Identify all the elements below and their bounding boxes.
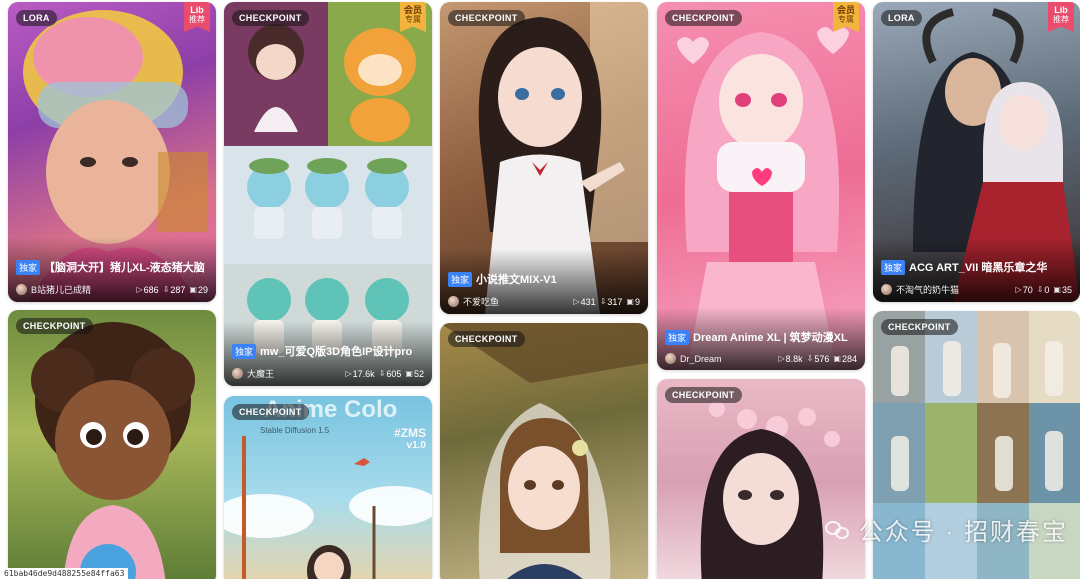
cover-badge-text: #ZMS	[393, 426, 426, 440]
run-count: 8.8k	[785, 353, 803, 364]
wechat-icon	[824, 519, 851, 541]
ribbon-line-1: 会员	[836, 5, 855, 15]
download-icon: ⇩	[162, 285, 170, 294]
image-count: 52	[413, 368, 424, 379]
exclusive-badge: 独家	[16, 259, 41, 275]
model-type-tag: LORA	[16, 10, 57, 26]
exclusive-badge: 独家	[665, 329, 690, 345]
thumbnail-illustration	[700, 401, 840, 579]
model-type-tag: CHECKPOINT	[665, 387, 742, 403]
author-name[interactable]: 不淘气的奶牛猫	[896, 283, 1012, 296]
author-name[interactable]: Dr_Dream	[680, 354, 775, 364]
image-icon: ▣	[405, 369, 413, 378]
author-avatar[interactable]	[665, 353, 676, 364]
card-title[interactable]: mw_可爱Q版3D角色IP设计pro	[260, 343, 412, 359]
card-footer: 独家 Dream Anime XL | 筑梦动漫XL Dr_Dream ▷ 8.8…	[657, 307, 865, 370]
download-icon: ⇩	[378, 369, 386, 378]
author-avatar[interactable]	[881, 284, 892, 295]
image-count: 35	[1061, 284, 1072, 295]
model-card[interactable]: CHECKPOINT	[8, 310, 216, 579]
ribbon-line-2: 推荐	[189, 15, 205, 24]
card-footer: 独家 小说推文MIX-V1 不爱吃鱼 ▷ 431 ⇩ 317 ▣ 9	[440, 249, 648, 314]
model-card[interactable]: LORA Lib 推荐 独家 【脑洞大开】猪儿XL-液态猪大脑 B站猪儿已成精 …	[8, 2, 216, 302]
ribbon-line-1: Lib	[190, 5, 204, 15]
play-icon: ▷	[573, 297, 580, 306]
cover-subtitle-overlay: Stable Diffusion 1.5	[260, 426, 330, 435]
author-name[interactable]: 不爱吃鱼	[463, 295, 570, 308]
download-icon: ⇩	[806, 354, 814, 363]
model-type-tag: CHECKPOINT	[16, 318, 93, 334]
author-avatar[interactable]	[16, 284, 27, 295]
exclusive-badge: 独家	[881, 259, 906, 275]
model-card[interactable]: CHECKPOINT Anime Colo Stable Diffusion 1…	[224, 396, 432, 579]
model-card[interactable]: LORA Lib 推荐 独家 ACG ART_VII 暗黑乐章之华 不淘气的奶牛…	[873, 2, 1080, 302]
play-icon: ▷	[1015, 285, 1022, 294]
exclusive-badge: 独家	[232, 343, 257, 359]
image-icon: ▣	[626, 297, 634, 306]
cover-badge: #ZMS v1.0	[394, 426, 426, 451]
run-count: 431	[580, 296, 596, 307]
image-icon: ▣	[833, 354, 841, 363]
author-name[interactable]: B站猪儿已成精	[31, 283, 133, 296]
model-type-tag: CHECKPOINT	[448, 10, 525, 26]
card-title[interactable]: 小说推文MIX-V1	[476, 271, 557, 287]
card-footer: 独家 ACG ART_VII 暗黑乐章之华 不淘气的奶牛猫 ▷ 70 ⇩ 0 ▣ 35	[873, 237, 1080, 302]
play-icon: ▷	[136, 285, 143, 294]
ribbon-line-2: 专属	[838, 15, 854, 24]
model-card[interactable]: CHECKPOINT 会员 专属 独家 mw_可爱Q版3D角色IP设计pro 大…	[224, 2, 432, 386]
card-title[interactable]: ACG ART_VII 暗黑乐章之华	[909, 259, 1047, 275]
cover-badge-version: v1.0	[406, 440, 426, 451]
image-hash-label: 61bab46de9d488255e84ffa63	[0, 568, 129, 579]
model-type-tag: CHECKPOINT	[232, 10, 309, 26]
model-card[interactable]: CHECKPOINT	[657, 379, 865, 579]
ribbon-line-2: 专属	[405, 15, 421, 24]
model-type-tag: CHECKPOINT	[665, 10, 742, 26]
download-count: 605	[386, 368, 402, 379]
run-count: 17.6k	[352, 368, 375, 379]
card-thumbnail	[657, 379, 865, 579]
card-thumbnail	[440, 323, 648, 579]
image-icon: ▣	[1053, 285, 1061, 294]
ribbon-line-1: Lib	[1054, 5, 1068, 15]
model-card[interactable]: CHECKPOINT 独家 小说推文MIX-V1 不爱吃鱼 ▷ 431 ⇩ 317 …	[440, 2, 648, 314]
image-count: 29	[197, 284, 208, 295]
model-type-tag: CHECKPOINT	[881, 319, 958, 335]
download-icon: ⇩	[599, 297, 607, 306]
model-type-tag: CHECKPOINT	[232, 404, 309, 420]
author-name[interactable]: 大魔王	[247, 367, 342, 380]
download-count: 0	[1044, 284, 1050, 295]
author-avatar[interactable]	[448, 296, 459, 307]
card-footer: 独家 mw_可爱Q版3D角色IP设计pro 大魔王 ▷ 17.6k ⇩ 605 ▣ 5…	[224, 321, 432, 386]
model-card[interactable]: CHECKPOINT	[440, 323, 648, 579]
image-icon: ▣	[189, 285, 197, 294]
ribbon-line-2: 推荐	[1053, 15, 1069, 24]
card-thumbnail	[8, 310, 216, 579]
play-icon: ▷	[345, 369, 352, 378]
exclusive-badge: 独家	[448, 271, 473, 287]
card-footer: 独家 【脑洞大开】猪儿XL-液态猪大脑 B站猪儿已成精 ▷ 686 ⇩ 287 ▣ 2…	[8, 237, 216, 302]
card-title[interactable]: 【脑洞大开】猪儿XL-液态猪大脑	[44, 259, 205, 275]
image-count: 284	[841, 353, 857, 364]
thumbnail-illustration	[31, 322, 195, 579]
thumbnail-illustration	[440, 323, 648, 579]
model-type-tag: LORA	[881, 10, 922, 26]
run-count: 70	[1022, 284, 1033, 295]
card-title[interactable]: Dream Anime XL | 筑梦动漫XL	[693, 329, 848, 345]
play-icon: ▷	[778, 354, 785, 363]
download-count: 287	[170, 284, 186, 295]
model-card[interactable]: CHECKPOINT 会员 专属 独家 Dream Anime XL | 筑梦动…	[657, 2, 865, 370]
run-count: 686	[143, 284, 159, 295]
author-avatar[interactable]	[232, 368, 243, 379]
download-icon: ⇩	[1036, 285, 1044, 294]
download-count: 576	[814, 353, 830, 364]
model-type-tag: CHECKPOINT	[448, 331, 525, 347]
watermark: 公众号 · 招财春宝	[824, 512, 1068, 547]
ribbon-line-1: 会员	[403, 5, 422, 15]
watermark-text: 公众号 · 招财春宝	[858, 519, 1068, 546]
image-count: 9	[634, 296, 640, 307]
download-count: 317	[607, 296, 623, 307]
